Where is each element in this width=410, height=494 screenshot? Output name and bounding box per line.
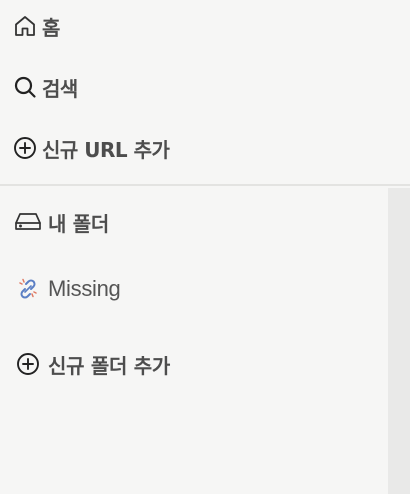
home-icon [12, 13, 38, 39]
plus-circle-icon [14, 351, 42, 377]
sidebar-item-home[interactable]: 홈 [12, 10, 60, 42]
broken-link-icon [14, 276, 42, 302]
drive-icon [14, 209, 42, 235]
folder-label: 내 폴더 [48, 211, 109, 236]
sidebar-item-missing[interactable]: Missing [14, 273, 121, 305]
sidebar-item-label: 검색 [42, 76, 78, 101]
folder-list: 내 폴더 Missing 신규 폴더 추가 [0, 186, 410, 494]
folder-label: Missing [48, 276, 121, 301]
sidebar-item-label: 신규 URL 추가 [42, 137, 170, 162]
plus-circle-icon [12, 135, 38, 161]
add-url-button[interactable]: 신규 URL 추가 [12, 132, 170, 164]
sidebar: 홈 검색 신규 URL 추가 내 폴더 Missing 신규 폴더 추가 [0, 0, 410, 494]
sidebar-item-my-folder[interactable]: 내 폴더 [14, 206, 109, 238]
search-icon [12, 74, 38, 100]
sidebar-item-search[interactable]: 검색 [12, 71, 78, 103]
sidebar-item-label: 홈 [42, 15, 60, 40]
add-folder-button[interactable]: 신규 폴더 추가 [14, 348, 170, 380]
folder-label: 신규 폴더 추가 [48, 353, 170, 378]
